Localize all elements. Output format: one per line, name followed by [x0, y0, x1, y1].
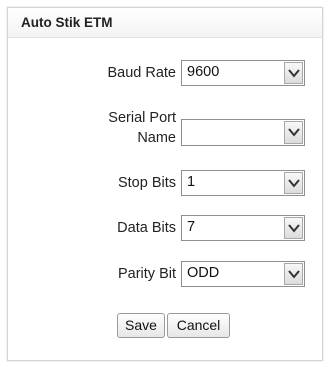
baud-rate-value: 9600: [187, 64, 220, 80]
cancel-button[interactable]: Cancel: [167, 313, 230, 338]
save-button[interactable]: Save: [117, 313, 165, 338]
parity-bit-value: ODD: [187, 265, 220, 281]
stop-bits-value: 1: [187, 174, 196, 190]
stop-bits-select[interactable]: 1: [181, 170, 305, 196]
panel-title: Auto Stik ETM: [8, 8, 322, 38]
data-bits-select[interactable]: 7: [181, 215, 305, 241]
baud-rate-label: Baud Rate: [107, 65, 176, 81]
parity-bit-select[interactable]: ODD: [181, 261, 305, 287]
serial-port-dropdown-button[interactable]: [284, 121, 303, 144]
chevron-down-icon: [288, 179, 300, 188]
baud-rate-select[interactable]: 9600: [181, 60, 305, 86]
serial-port-label-line1: Serial Port: [108, 110, 176, 126]
chevron-down-icon: [288, 128, 300, 137]
stop-bits-dropdown-button[interactable]: [284, 172, 303, 194]
data-bits-value: 7: [187, 219, 196, 235]
stop-bits-label: Stop Bits: [117, 175, 176, 191]
parity-bit-dropdown-button[interactable]: [284, 263, 303, 285]
serial-port-label: Serial Port Name: [108, 108, 176, 148]
serial-port-label-line2: Name: [137, 130, 176, 146]
data-bits-label: Data Bits: [117, 220, 176, 236]
baud-rate-dropdown-button[interactable]: [284, 62, 303, 84]
chevron-down-icon: [288, 224, 300, 233]
chevron-down-icon: [288, 69, 300, 78]
data-bits-dropdown-button[interactable]: [284, 217, 303, 239]
chevron-down-icon: [288, 270, 300, 279]
settings-panel: Auto Stik ETM Baud Rate 9600 Serial Port…: [7, 7, 323, 361]
serial-port-select[interactable]: [181, 119, 305, 146]
parity-bit-label: Parity Bit: [117, 266, 176, 282]
